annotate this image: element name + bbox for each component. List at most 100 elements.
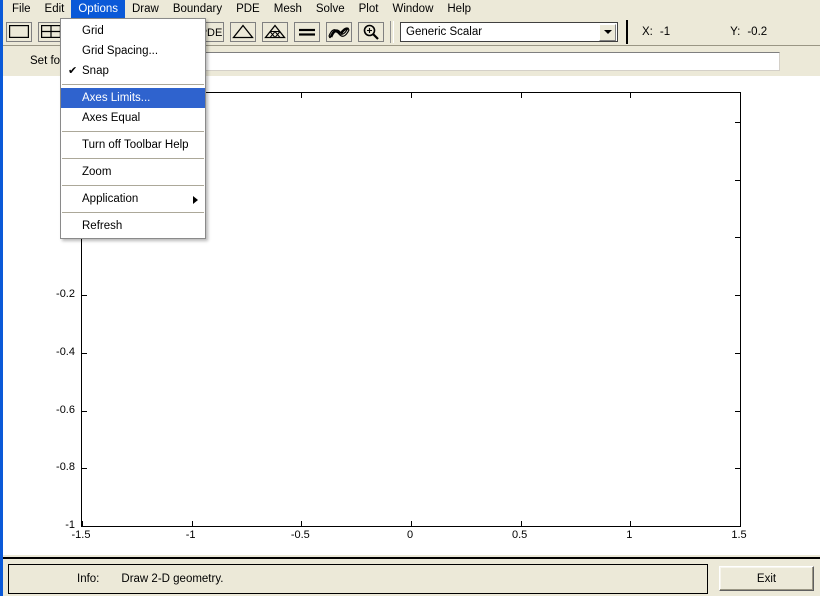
menu-item-label: Snap: [82, 65, 109, 77]
solve-pde-icon: [294, 21, 320, 42]
y-axis-tick: [735, 121, 740, 123]
application-mode-value: Generic Scalar: [406, 26, 483, 38]
application-mode-select[interactable]: Generic Scalar: [400, 22, 618, 42]
menu-plot[interactable]: Plot: [352, 0, 386, 18]
refine-mesh-icon: [262, 21, 288, 42]
menu-item-label: Application: [82, 193, 139, 205]
menu-file[interactable]: File: [5, 0, 38, 18]
menu-separator: [62, 185, 204, 186]
y-axis-tick: [735, 295, 740, 297]
menu-solve[interactable]: Solve: [309, 0, 352, 18]
menu-options[interactable]: Options: [71, 0, 125, 18]
rectangle-tool-button[interactable]: [4, 19, 34, 44]
y-axis-tick: [82, 526, 87, 527]
menu-item-application[interactable]: Application: [61, 189, 205, 209]
coord-x-value: -1: [659, 26, 671, 38]
x-axis-tick: [630, 521, 632, 526]
menu-item-snap[interactable]: ✔ Snap: [61, 61, 205, 81]
menu-item-turn-off-toolbar-help[interactable]: Turn off Toolbar Help: [61, 135, 205, 155]
window-left-border: [0, 0, 3, 596]
menu-item-zoom[interactable]: Zoom: [61, 162, 205, 182]
x-axis-tick: [411, 93, 412, 98]
zoom-tool-button[interactable]: [356, 19, 386, 44]
y-axis-tick-label: -0.6: [56, 403, 75, 416]
options-dropdown-menu[interactable]: Grid Grid Spacing... ✔ Snap Axes Limits... Ax…: [60, 18, 206, 239]
coordinate-readout: X: -1 Y: -0.2: [626, 20, 816, 44]
x-axis-tick: [520, 93, 522, 98]
menu-separator: [62, 212, 204, 213]
y-axis-tick-label: -0.4: [56, 345, 75, 358]
y-axis-tick: [735, 237, 740, 239]
menu-item-label: Axes Equal: [82, 112, 141, 124]
y-axis-tick: [735, 468, 740, 470]
menu-mesh[interactable]: Mesh: [267, 0, 309, 18]
menu-boundary[interactable]: Boundary: [166, 0, 229, 18]
menu-item-refresh[interactable]: Refresh: [61, 216, 205, 236]
menu-item-axes-limits[interactable]: Axes Limits...: [61, 88, 205, 108]
y-axis-tick: [735, 179, 740, 181]
y-axis-tick: [82, 468, 87, 470]
y-axis-tick: [735, 410, 740, 412]
menu-item-axes-equal[interactable]: Axes Equal: [61, 108, 205, 128]
checkmark-icon: ✔: [68, 65, 78, 77]
menu-separator: [62, 84, 204, 85]
rectangle-tool-icon: [6, 21, 32, 42]
x-axis-tick-label: 1.5: [731, 529, 747, 541]
menu-item-grid-spacing[interactable]: Grid Spacing...: [61, 41, 205, 61]
x-axis-tick: [301, 93, 303, 98]
menu-separator: [62, 158, 204, 159]
chevron-down-icon[interactable]: [599, 23, 616, 41]
y-axis-tick-label: -0.8: [56, 461, 75, 474]
coord-x-label: X:: [642, 26, 653, 38]
info-label: Info:: [77, 573, 100, 585]
menu-pde[interactable]: PDE: [229, 0, 267, 18]
y-axis-tick-label: -1: [65, 519, 75, 531]
y-axis-tick: [82, 410, 87, 412]
menu-item-label: Axes Limits...: [82, 92, 151, 104]
info-panel: Info: Draw 2-D geometry.: [8, 564, 708, 594]
y-axis-tick: [735, 526, 740, 527]
pde-toolbox-window: File Edit Options Draw Boundary PDE Mesh…: [0, 0, 820, 596]
y-axis-tick: [82, 352, 87, 354]
menu-draw[interactable]: Draw: [125, 0, 166, 18]
initialize-mesh-button[interactable]: [228, 19, 258, 44]
y-axis-tick: [735, 352, 740, 354]
x-axis-tick: [301, 521, 303, 526]
solve-pde-button[interactable]: [292, 19, 322, 44]
x-axis-tick: [411, 521, 412, 526]
status-bar: Info: Draw 2-D geometry. Exit: [3, 557, 820, 596]
x-axis-tick: [630, 93, 632, 98]
menu-item-label: Grid Spacing...: [82, 45, 159, 57]
x-axis-tick-label: 1: [626, 529, 633, 541]
menu-window[interactable]: Window: [385, 0, 440, 18]
menu-item-label: Zoom: [82, 166, 112, 178]
menu-edit[interactable]: Edit: [38, 0, 72, 18]
y-axis-tick: [82, 295, 87, 297]
toolbar-separator: [390, 20, 394, 43]
x-axis-tick-label: 0: [406, 529, 414, 541]
x-axis-tick-label: -0.5: [290, 529, 310, 541]
plot-solution-icon: [326, 21, 352, 42]
coord-y-label: Y:: [730, 26, 741, 38]
x-axis-tick-label: -1: [185, 529, 196, 541]
zoom-tool-icon: [358, 21, 384, 42]
menu-item-grid[interactable]: Grid: [61, 21, 205, 41]
menu-bar: File Edit Options Draw Boundary PDE Mesh…: [0, 0, 820, 18]
menu-separator: [62, 131, 204, 132]
initialize-mesh-icon: [230, 21, 256, 42]
x-axis-tick: [520, 521, 522, 526]
menu-item-label: Refresh: [82, 220, 123, 232]
x-axis-tick: [740, 93, 741, 98]
refine-mesh-button[interactable]: [260, 19, 290, 44]
menu-help[interactable]: Help: [440, 0, 478, 18]
menu-item-label: Turn off Toolbar Help: [82, 139, 189, 151]
chevron-right-icon: [193, 196, 198, 204]
x-axis-tick: [191, 521, 193, 526]
info-text: Draw 2-D geometry.: [121, 573, 224, 585]
menu-item-label: Grid: [82, 25, 104, 37]
exit-button[interactable]: Exit: [719, 566, 814, 591]
y-axis-tick-label: -0.2: [56, 288, 75, 301]
x-axis-tick: [740, 521, 741, 526]
coord-y-value: -0.2: [747, 26, 768, 38]
plot-solution-button[interactable]: [324, 19, 354, 44]
